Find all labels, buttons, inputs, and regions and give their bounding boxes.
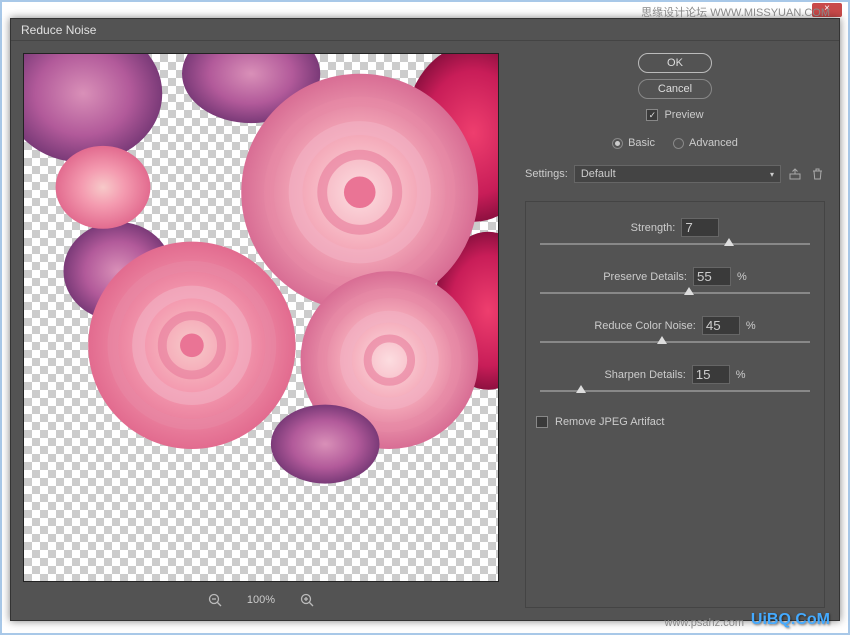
preview-image[interactable] — [23, 53, 499, 582]
settings-dropdown[interactable]: Default ▾ — [574, 165, 781, 183]
slider-thumb[interactable] — [576, 385, 586, 393]
preview-label: Preview — [664, 109, 703, 121]
remove-jpeg-label: Remove JPEG Artifact — [555, 416, 664, 428]
ok-button[interactable]: OK — [638, 53, 712, 73]
cancel-button[interactable]: Cancel — [638, 79, 712, 99]
zoom-out-button[interactable] — [207, 592, 223, 608]
watermark-bottom: UiBQ.CoM — [751, 611, 830, 629]
sharpen-details-slider[interactable] — [540, 390, 810, 392]
strength-label: Strength: — [631, 222, 676, 234]
preview-checkbox[interactable] — [646, 109, 658, 121]
slider-thumb[interactable] — [724, 238, 734, 246]
radio-icon — [673, 138, 684, 149]
slider-thumb[interactable] — [684, 287, 694, 295]
zoom-in-button[interactable] — [299, 592, 315, 608]
preserve-details-slider[interactable] — [540, 292, 810, 294]
reduce-color-noise-slider[interactable] — [540, 341, 810, 343]
reduce-noise-dialog: Reduce Noise — [10, 18, 840, 621]
preserve-details-input[interactable] — [693, 267, 731, 286]
dialog-titlebar: Reduce Noise — [11, 19, 839, 41]
strength-slider[interactable] — [540, 243, 810, 245]
delete-preset-icon[interactable] — [809, 166, 825, 182]
watermark-bottom-2: www.psahz.com — [665, 617, 744, 629]
strength-input[interactable] — [681, 218, 719, 237]
reduce-color-noise-label: Reduce Color Noise: — [594, 320, 696, 332]
preserve-details-label: Preserve Details: — [603, 271, 687, 283]
watermark-top: 思缘设计论坛 WWW.MISSYUAN.COM — [641, 4, 830, 20]
save-preset-icon[interactable] — [787, 166, 803, 182]
sharpen-details-input[interactable] — [692, 365, 730, 384]
sharpen-details-label: Sharpen Details: — [604, 369, 685, 381]
chevron-down-icon: ▾ — [770, 170, 774, 179]
radio-icon — [612, 138, 623, 149]
advanced-radio[interactable]: Advanced — [673, 137, 738, 149]
reduce-color-noise-input[interactable] — [702, 316, 740, 335]
zoom-level: 100% — [247, 594, 275, 606]
basic-radio[interactable]: Basic — [612, 137, 655, 149]
slider-thumb[interactable] — [657, 336, 667, 344]
settings-label: Settings: — [525, 168, 568, 180]
remove-jpeg-checkbox[interactable] — [536, 416, 548, 428]
